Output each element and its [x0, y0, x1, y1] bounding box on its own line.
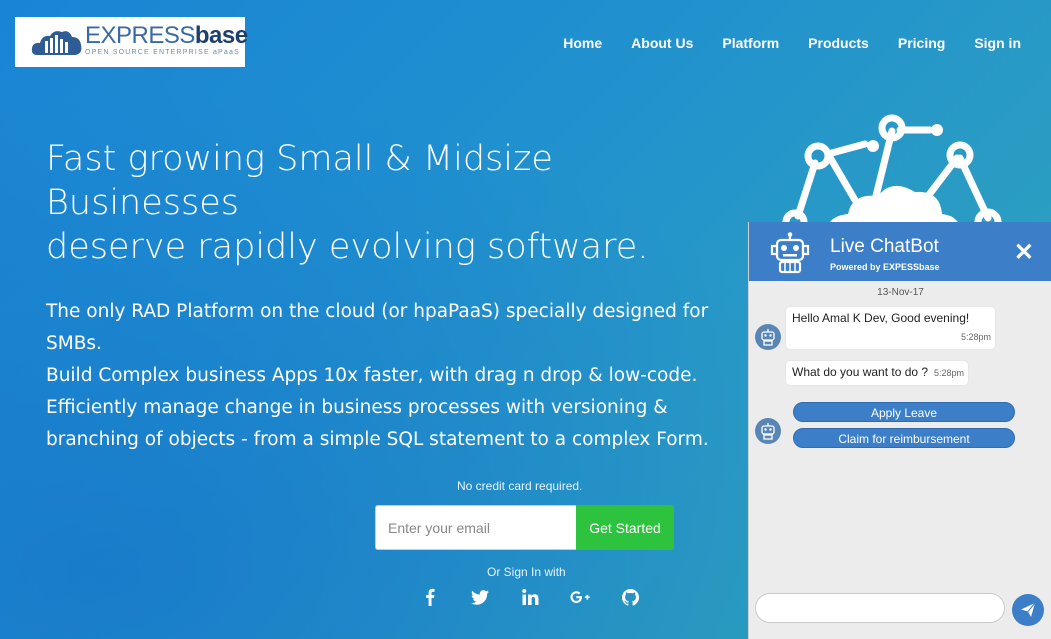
linkedin-icon[interactable]	[520, 586, 540, 608]
chat-date: 13-Nov-17	[877, 287, 924, 298]
or-sign-in-label: Or Sign In with	[487, 565, 566, 579]
signup-form: Get Started	[375, 505, 674, 550]
lead-line-5: branching of objects - from a simple SQL…	[46, 429, 709, 450]
headline-line-1: Fast growing Small & Midsize	[46, 139, 553, 179]
logo-text: EXPRESSbase OPEN SOURCE ENTERPRISE aPaaS	[85, 22, 248, 57]
nav-sign-in[interactable]: Sign in	[974, 35, 1021, 51]
nav-home[interactable]: Home	[563, 35, 602, 51]
chatbot-panel: Live ChatBot Powered by EXPESSbase ✕ 13-…	[748, 222, 1051, 639]
headline-line-2: Businesses	[46, 183, 240, 223]
get-started-button[interactable]: Get Started	[576, 505, 674, 550]
bot-avatar	[755, 324, 781, 350]
chatbot-title: Live ChatBot	[830, 236, 939, 257]
chat-message: What do you want to do ? 5:28pm	[786, 361, 968, 385]
option-claim-reimbursement[interactable]: Claim for reimbursement	[793, 428, 1015, 448]
bot-avatar	[755, 418, 781, 444]
chat-messages: 13-Nov-17 Hello Amal K Dev, Good evening…	[749, 281, 1051, 639]
send-icon	[1021, 602, 1036, 617]
hero-lead: The only RAD Platform on the cloud (or h…	[46, 296, 736, 456]
social-sign-in	[420, 586, 670, 608]
github-icon[interactable]	[620, 586, 640, 608]
nav-products[interactable]: Products	[808, 35, 869, 51]
robot-icon	[761, 329, 775, 346]
chat-message-text: What do you want to do ?	[792, 365, 929, 379]
lead-line-1: The only RAD Platform on the cloud (or h…	[46, 301, 709, 322]
lead-line-3: Build Complex business Apps 10x faster, …	[46, 365, 698, 386]
main-nav: Home About Us Platform Products Pricing …	[534, 35, 1021, 51]
headline-line-3: deserve rapidly evolving software.	[46, 227, 649, 267]
close-icon[interactable]: ✕	[1014, 238, 1034, 267]
chat-message-time: 5:28pm	[933, 368, 964, 378]
no-credit-card-note: No credit card required.	[457, 479, 583, 493]
lead-line-2: SMBs.	[46, 333, 102, 354]
chat-message: Hello Amal K Dev, Good evening! 5:28pm	[786, 307, 995, 349]
logo-express: EXPRESS	[85, 22, 195, 49]
chat-message-input[interactable]	[755, 593, 1005, 623]
chat-message-text: Hello Amal K Dev, Good evening!	[792, 311, 970, 325]
lead-line-4: Efficiently manage change in business pr…	[46, 397, 668, 418]
robot-icon	[761, 423, 775, 440]
google-plus-icon[interactable]	[570, 586, 590, 608]
facebook-icon[interactable]	[420, 586, 440, 608]
chat-message-time: 5:28pm	[960, 332, 991, 342]
send-button[interactable]	[1012, 594, 1044, 626]
cloud-network-illustration	[782, 114, 1002, 238]
option-apply-leave[interactable]: Apply Leave	[793, 402, 1015, 422]
cloud-logo-icon	[31, 31, 82, 55]
email-input[interactable]	[375, 505, 576, 550]
nav-pricing[interactable]: Pricing	[898, 35, 945, 51]
chatbot-subtitle: Powered by EXPESSbase	[830, 262, 940, 272]
twitter-icon[interactable]	[470, 586, 490, 608]
nav-platform[interactable]: Platform	[722, 35, 779, 51]
logo-tagline: OPEN SOURCE ENTERPRISE aPaaS	[85, 49, 240, 56]
chatbot-header: Live ChatBot Powered by EXPESSbase ✕	[749, 222, 1051, 281]
logo-base: base	[194, 22, 248, 49]
robot-icon	[770, 232, 810, 274]
logo[interactable]: EXPRESSbase OPEN SOURCE ENTERPRISE aPaaS	[15, 17, 248, 67]
nav-about-us[interactable]: About Us	[631, 35, 693, 51]
hero-headline: Fast growing Small & Midsize Businesses …	[46, 137, 746, 269]
